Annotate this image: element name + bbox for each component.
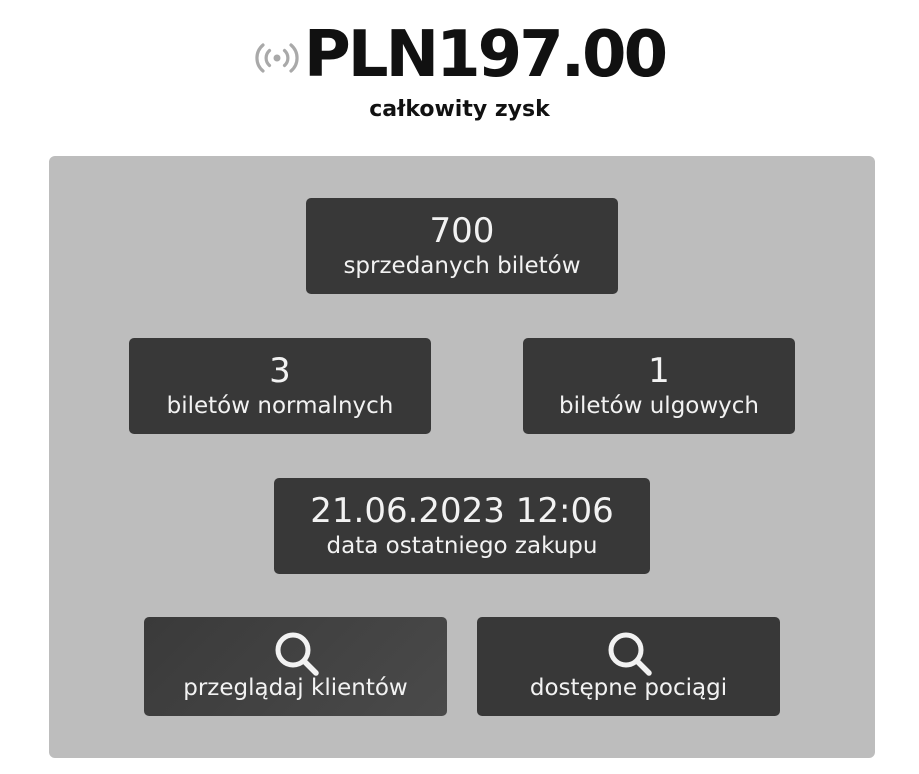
normal-tickets-label: biletów normalnych (166, 393, 394, 419)
normal-tickets-value: 3 (269, 351, 291, 391)
search-icon (275, 632, 319, 676)
tickets-sold-card: 700 sprzedanych biletów (306, 198, 618, 294)
summary-header: PLN197.00 całkowity zysk (0, 0, 919, 140)
last-purchase-value: 21.06.2023 12:06 (310, 491, 614, 531)
tickets-sold-label: sprzedanych biletów (343, 253, 581, 279)
total-profit-amount: PLN197.00 (303, 18, 668, 92)
available-trains-label: dostępne pociągi (529, 675, 728, 701)
reduced-tickets-card: 1 biletów ulgowych (523, 338, 795, 434)
browse-clients-label: przeglądaj klientów (183, 675, 408, 701)
total-profit-row: PLN197.00 (0, 18, 919, 92)
search-icon (608, 632, 652, 676)
last-purchase-label: data ostatniego zakupu (326, 533, 598, 559)
last-purchase-card: 21.06.2023 12:06 data ostatniego zakupu (274, 478, 650, 574)
tickets-sold-value: 700 (429, 211, 495, 251)
total-profit-caption: całkowity zysk (369, 97, 550, 122)
normal-tickets-card: 3 biletów normalnych (129, 338, 431, 434)
statistics-panel: 700 sprzedanych biletów 3 biletów normal… (49, 156, 875, 758)
browse-clients-button[interactable]: przeglądaj klientów (144, 617, 447, 716)
reduced-tickets-label: biletów ulgowych (558, 393, 760, 419)
reduced-tickets-value: 1 (648, 351, 670, 391)
broadcast-signal-icon (255, 43, 299, 73)
available-trains-button[interactable]: dostępne pociągi (477, 617, 780, 716)
